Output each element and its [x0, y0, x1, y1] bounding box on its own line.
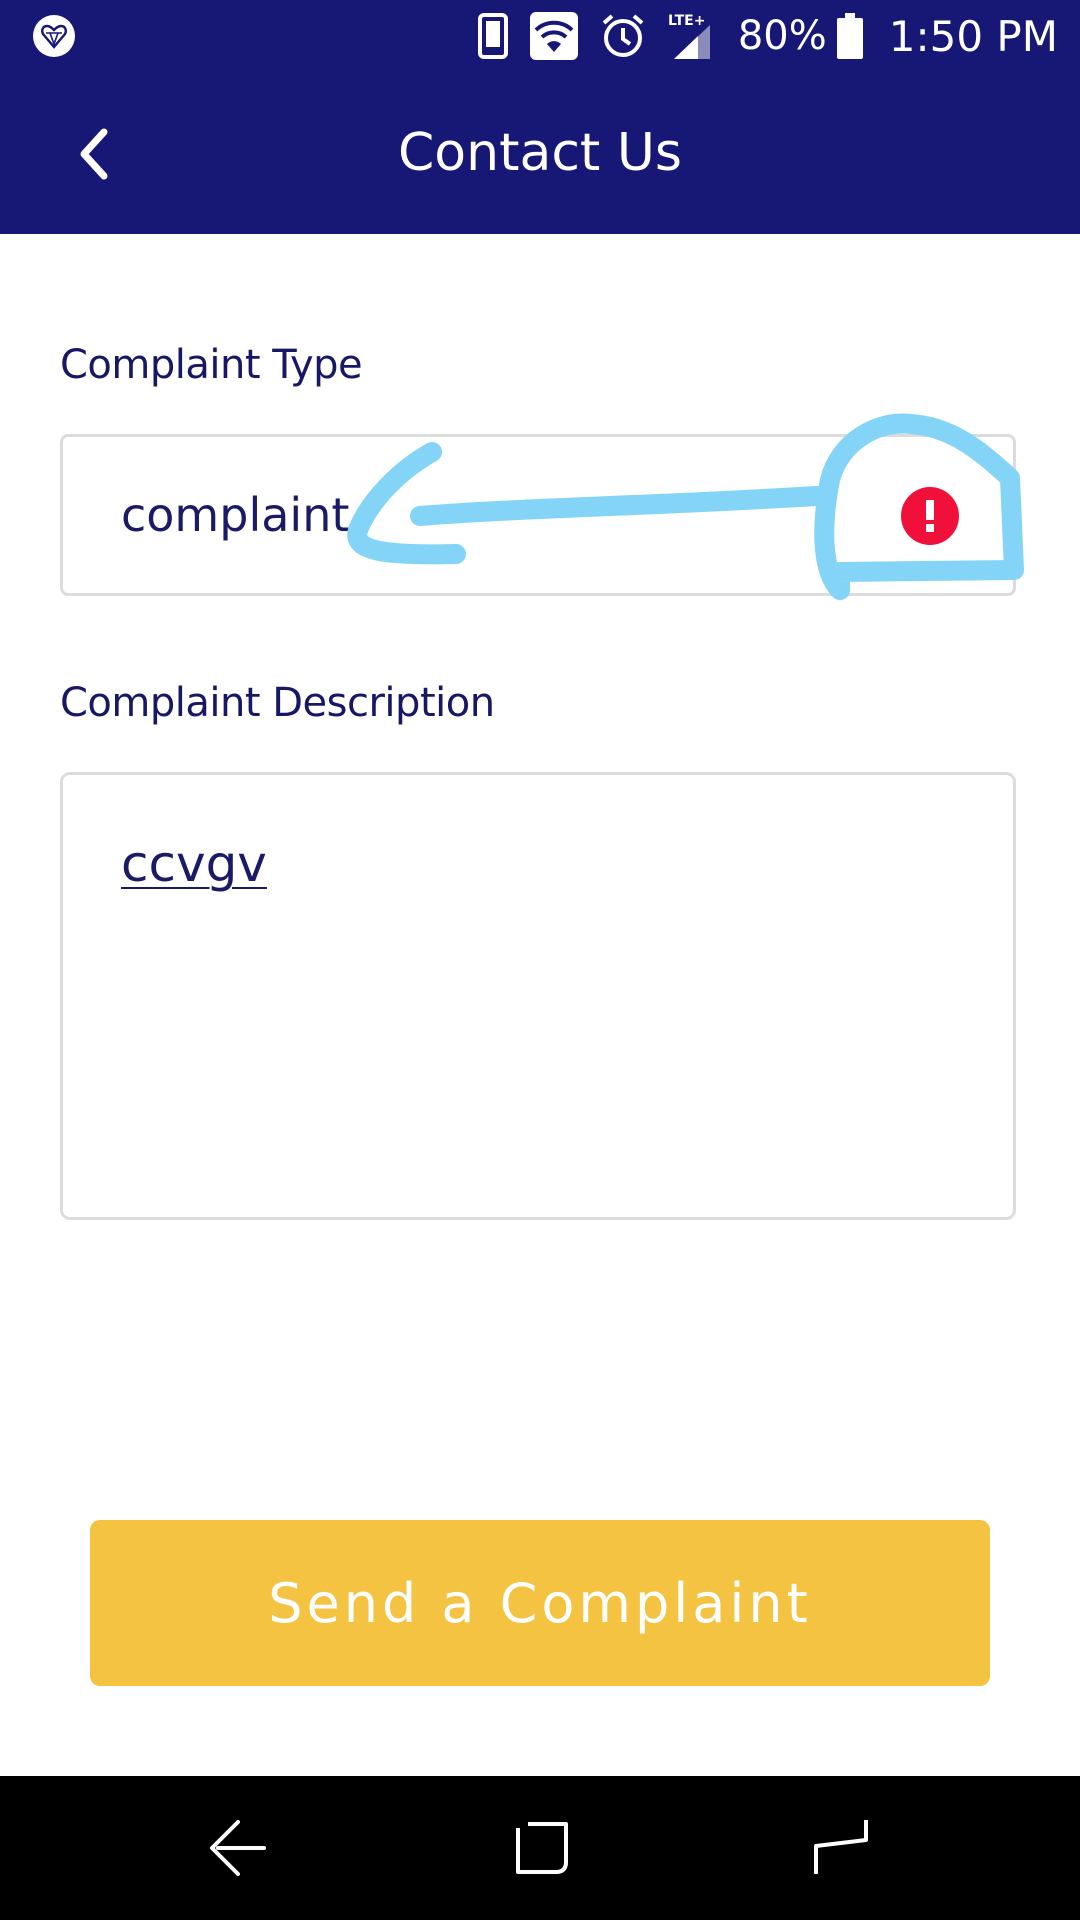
phone-icon [477, 13, 508, 59]
complaint-type-label: Complaint Type [60, 342, 363, 388]
complaint-description-value: ccvgv [121, 835, 267, 893]
app-bar: Contact Us [0, 72, 1080, 234]
complaint-description-label: Complaint Description [60, 680, 495, 726]
network-type-label: LTE+ [668, 13, 705, 29]
wifi-icon [529, 12, 578, 60]
send-complaint-button[interactable]: Send a Complaint [90, 1520, 990, 1686]
complaint-type-select[interactable]: complaint [60, 434, 1016, 596]
home-nav-icon[interactable] [498, 1806, 582, 1890]
complaint-description-field[interactable]: ccvgv [60, 772, 1016, 1220]
app-logo-icon [33, 15, 75, 57]
signal-icon: LTE+ [668, 13, 710, 59]
status-time: 1:50 PM [888, 11, 1058, 61]
battery-icon [836, 13, 863, 59]
system-nav-bar [0, 1776, 1080, 1920]
recents-nav-icon[interactable] [798, 1806, 882, 1890]
page-title: Contact Us [398, 123, 682, 183]
alarm-icon [602, 14, 644, 57]
complaint-type-value: complaint [121, 488, 350, 542]
back-nav-icon[interactable] [198, 1806, 282, 1890]
error-alert-icon[interactable] [901, 487, 959, 545]
contact-us-screen: LTE+ 80% 1:50 PM Contact Us Complaint Ty… [0, 0, 1080, 1920]
status-bar: LTE+ 80% 1:50 PM [0, 0, 1080, 72]
battery-percent: 80% [737, 13, 827, 59]
